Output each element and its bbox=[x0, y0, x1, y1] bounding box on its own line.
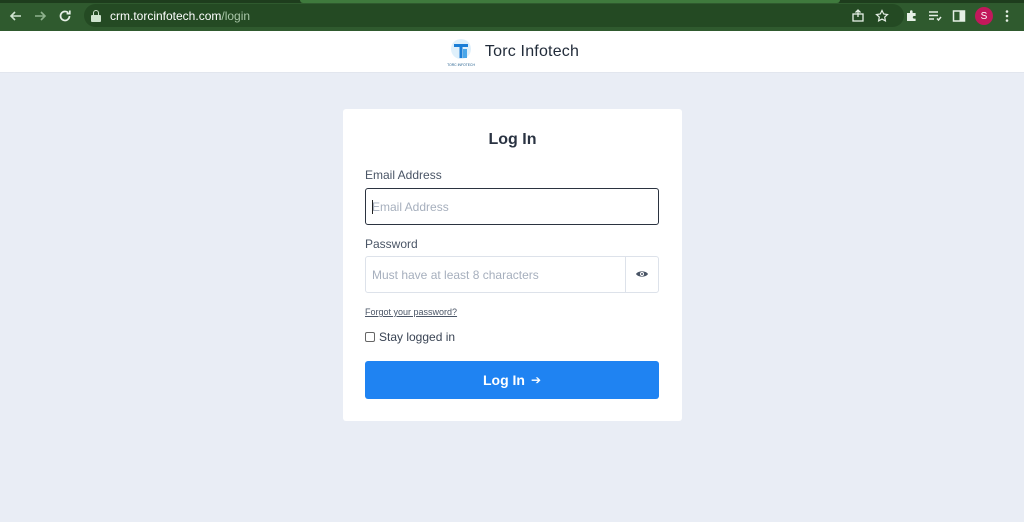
address-bar[interactable]: crm.torcinfotech.com/login bbox=[84, 4, 904, 27]
url-host: crm.torcinfotech.com bbox=[110, 8, 222, 23]
reload-icon[interactable] bbox=[55, 6, 75, 26]
logo-caption: TORC INFOTECH bbox=[447, 63, 475, 67]
active-tab-indicator[interactable] bbox=[300, 0, 840, 3]
side-panel-icon[interactable] bbox=[950, 7, 968, 25]
stay-logged-in[interactable]: Stay logged in bbox=[365, 330, 455, 344]
brand[interactable]: TORC INFOTECH Torc Infotech bbox=[445, 36, 579, 68]
email-label: Email Address bbox=[365, 168, 442, 182]
browser-toolbar: crm.torcinfotech.com/login S bbox=[0, 0, 1024, 31]
stay-logged-in-checkbox[interactable] bbox=[365, 332, 375, 342]
share-icon[interactable] bbox=[849, 7, 867, 25]
forgot-password-link[interactable]: Forgot your password? bbox=[365, 307, 457, 317]
password-label: Password bbox=[365, 237, 418, 251]
forward-icon[interactable] bbox=[30, 6, 50, 26]
stay-logged-in-label[interactable]: Stay logged in bbox=[379, 330, 455, 344]
text-caret bbox=[372, 200, 373, 214]
app-header: TORC INFOTECH Torc Infotech bbox=[0, 31, 1024, 73]
reading-list-icon[interactable] bbox=[926, 7, 944, 25]
eye-icon bbox=[635, 266, 649, 284]
back-icon[interactable] bbox=[6, 6, 26, 26]
password-field[interactable] bbox=[366, 257, 624, 292]
login-button[interactable]: Log In ➔ bbox=[365, 361, 659, 399]
arrow-right-icon: ➔ bbox=[530, 373, 542, 387]
email-field[interactable] bbox=[366, 189, 658, 224]
login-card: Log In Email Address Password Forgot you… bbox=[343, 109, 682, 421]
profile-avatar[interactable]: S bbox=[975, 7, 993, 25]
password-field-wrapper bbox=[365, 256, 659, 293]
more-menu-icon[interactable] bbox=[998, 7, 1016, 25]
login-button-label: Log In bbox=[482, 372, 525, 388]
url-text[interactable]: crm.torcinfotech.com/login bbox=[110, 9, 250, 23]
url-path: /login bbox=[221, 8, 251, 23]
bookmark-star-icon[interactable] bbox=[873, 7, 891, 25]
extensions-icon[interactable] bbox=[902, 7, 920, 25]
brand-name: Torc Infotech bbox=[484, 42, 580, 60]
page-title: Log In bbox=[488, 131, 537, 148]
show-password-button[interactable] bbox=[625, 257, 658, 292]
lock-icon[interactable] bbox=[91, 9, 101, 22]
torc-logo: TORC INFOTECH bbox=[445, 36, 477, 68]
email-field-wrapper bbox=[365, 188, 659, 225]
